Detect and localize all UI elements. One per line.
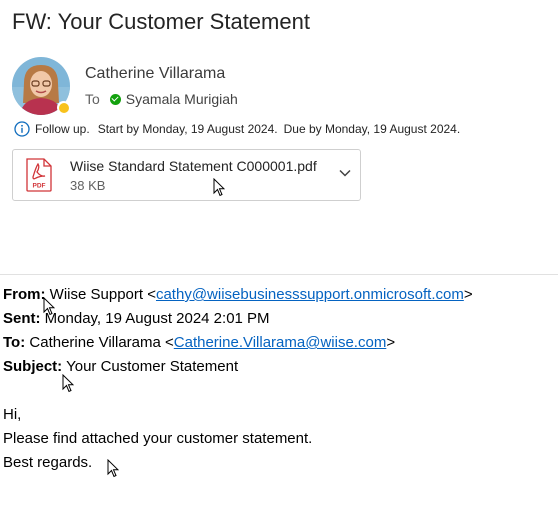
from-name: Wiise Support <	[49, 286, 156, 303]
forwarded-to-line: To: Catherine Villarama <Catherine.Villa…	[3, 331, 473, 355]
sent-value: Monday, 19 August 2024 2:01 PM	[44, 310, 270, 327]
signoff: Best regards.	[3, 454, 93, 471]
to-email-link[interactable]: Catherine.Villarama@wiise.com	[174, 334, 387, 351]
message-line: Please find attached your customer state…	[3, 430, 313, 447]
followup-due: Due by Monday, 19 August 2024.	[283, 122, 461, 136]
followup-label: Follow up.	[35, 122, 90, 136]
chevron-down-icon[interactable]	[338, 166, 352, 180]
to-label: To	[85, 91, 100, 107]
from-label: From:	[3, 286, 46, 303]
presence-away-icon	[57, 101, 70, 114]
to-field-label: To:	[3, 334, 26, 351]
info-icon	[14, 121, 30, 137]
email-subject: FW: Your Customer Statement	[12, 9, 310, 34]
subject-value: Your Customer Statement	[66, 358, 239, 375]
attachment-size: 38 KB	[70, 178, 106, 193]
attachment-card[interactable]: PDF Wiise Standard Statement C000001.pdf…	[12, 149, 361, 201]
followup-banner: Follow up. Start by Monday, 19 August 20…	[14, 121, 460, 137]
from-close: >	[463, 286, 473, 303]
forwarded-from-line: From: Wiise Support <cathy@wiisebusiness…	[3, 283, 473, 307]
to-close: >	[386, 334, 396, 351]
divider	[0, 274, 558, 275]
recipient-name[interactable]: Syamala Murigiah	[126, 91, 238, 107]
forwarded-sent-line: Sent: Monday, 19 August 2024 2:01 PM	[3, 307, 473, 331]
recipient-row: To Syamala Murigiah	[85, 91, 238, 107]
mouse-cursor-icon	[43, 297, 55, 316]
mouse-cursor-icon	[213, 178, 225, 197]
pdf-icon-label: PDF	[33, 183, 46, 190]
greeting: Hi,	[3, 406, 22, 423]
subject-label: Subject:	[3, 358, 63, 375]
sent-label: Sent:	[3, 310, 41, 327]
to-name: Catherine Villarama <	[29, 334, 174, 351]
pdf-file-icon: PDF	[26, 158, 52, 192]
attachment-filename[interactable]: Wiise Standard Statement C000001.pdf	[70, 158, 317, 174]
mouse-cursor-icon	[107, 459, 119, 478]
followup-start: Start by Monday, 19 August 2024.	[97, 122, 278, 136]
from-email-link[interactable]: cathy@wiisebusinesssupport.onmicrosoft.c…	[156, 286, 464, 303]
mouse-cursor-icon	[62, 374, 74, 393]
sender-name[interactable]: Catherine Villarama	[85, 65, 225, 83]
available-status-icon	[109, 93, 121, 105]
